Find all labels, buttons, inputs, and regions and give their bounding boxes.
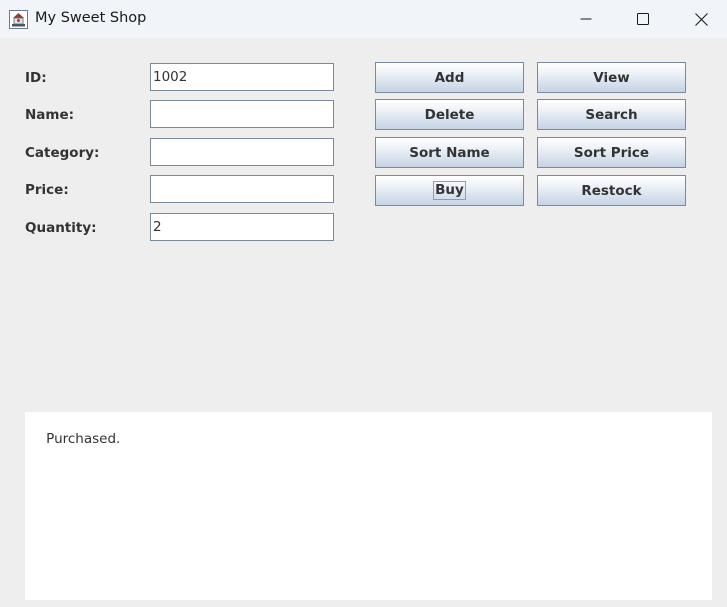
add-button-label: Add (434, 69, 465, 86)
add-button[interactable]: Add (375, 62, 524, 93)
output-text-area[interactable]: Purchased. (25, 412, 712, 600)
minimize-button[interactable] (558, 0, 614, 38)
search-button-label: Search (585, 106, 638, 123)
restock-button[interactable]: Restock (537, 175, 686, 206)
name-label: Name: (25, 107, 75, 123)
sort-price-button-label: Sort Price (573, 144, 650, 161)
id-field[interactable] (150, 63, 334, 91)
close-button[interactable] (673, 0, 727, 38)
buy-button[interactable]: Buy (375, 175, 524, 206)
close-icon (694, 12, 708, 26)
delete-button[interactable]: Delete (375, 99, 524, 130)
view-button[interactable]: View (537, 62, 686, 93)
delete-button-label: Delete (424, 106, 475, 123)
category-label: Category: (25, 145, 100, 161)
sort-name-button-label: Sort Name (409, 144, 490, 161)
price-field[interactable] (150, 175, 334, 203)
restock-button-label: Restock (581, 182, 642, 199)
maximize-icon (637, 13, 649, 25)
category-field[interactable] (150, 138, 334, 166)
price-label: Price: (25, 182, 69, 198)
name-field[interactable] (150, 100, 334, 128)
minimize-icon (580, 18, 592, 20)
quantity-label: Quantity: (25, 220, 97, 236)
sort-price-button[interactable]: Sort Price (537, 137, 686, 168)
id-label: ID: (25, 70, 47, 86)
output-message: Purchased. (46, 431, 121, 447)
buy-button-label: Buy (433, 181, 466, 200)
view-button-label: View (593, 69, 630, 86)
title-bar[interactable]: My Sweet Shop (0, 0, 727, 38)
sort-name-button[interactable]: Sort Name (375, 137, 524, 168)
maximize-button[interactable] (615, 0, 671, 38)
window-title: My Sweet Shop (35, 10, 147, 26)
quantity-field[interactable] (150, 213, 334, 241)
app-window: My Sweet Shop ID: Name: Category: Price:… (0, 0, 727, 607)
java-coffee-cup-icon (9, 10, 28, 29)
search-button[interactable]: Search (537, 99, 686, 130)
